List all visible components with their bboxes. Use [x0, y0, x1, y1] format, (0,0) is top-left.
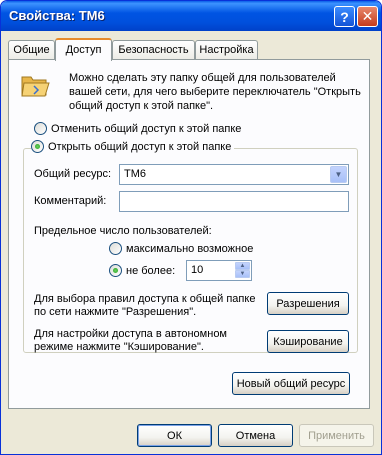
- comment-label: Комментарий:: [34, 195, 107, 207]
- sharing-info-text: Можно сделать эту папку общей для пользо…: [69, 72, 361, 112]
- close-button[interactable]: ✕: [357, 6, 378, 27]
- apply-button[interactable]: Применить: [299, 424, 374, 447]
- chevron-down-icon[interactable]: ▼: [330, 166, 347, 183]
- share-radio[interactable]: Открыть общий доступ к этой папке: [31, 140, 235, 153]
- user-limit-label: Предельное число пользователей:: [34, 225, 212, 237]
- ok-button[interactable]: ОК: [137, 424, 212, 447]
- user-count-value: 10: [191, 264, 204, 276]
- unshare-radio[interactable]: Отменить общий доступ к этой папке: [34, 122, 241, 135]
- radio-unchecked-icon[interactable]: [34, 122, 47, 135]
- share-name-label: Общий ресурс:: [34, 168, 112, 180]
- new-share-button[interactable]: Новый общий ресурс: [232, 372, 350, 395]
- cancel-button[interactable]: Отмена: [218, 424, 293, 447]
- help-icon: ?: [340, 8, 349, 25]
- tab-customize[interactable]: Настройка: [195, 40, 258, 60]
- tab-general[interactable]: Общие: [8, 40, 55, 60]
- user-count-spinner[interactable]: 10 ▲ ▼: [186, 260, 252, 281]
- max-allowed-radio[interactable]: максимально возможное: [109, 242, 253, 255]
- permissions-button[interactable]: Разрешения: [267, 292, 349, 315]
- radio-checked-icon[interactable]: [109, 264, 122, 277]
- tab-sharing[interactable]: Доступ: [55, 38, 112, 61]
- share-name-value: ТМ6: [124, 168, 146, 180]
- radio-checked-icon[interactable]: [31, 140, 44, 153]
- caching-button[interactable]: Кэширование: [267, 330, 349, 353]
- share-name-combobox[interactable]: ТМ6 ▼: [119, 164, 349, 185]
- properties-dialog: Свойства: ТМ6 ? ✕ Общие Доступ Безопасно…: [0, 0, 382, 455]
- tab-security[interactable]: Безопасность: [112, 40, 195, 60]
- close-icon: ✕: [361, 8, 374, 24]
- radio-unchecked-icon[interactable]: [109, 242, 122, 255]
- title-bar[interactable]: Свойства: ТМ6 ? ✕: [1, 1, 381, 31]
- allow-users-label: не более:: [126, 264, 176, 277]
- max-allowed-label: максимально возможное: [126, 242, 254, 255]
- window-title: Свойства: ТМ6: [9, 8, 105, 23]
- share-label: Открыть общий доступ к этой папке: [48, 140, 232, 153]
- unshare-label: Отменить общий доступ к этой папке: [51, 122, 242, 135]
- allow-users-radio[interactable]: не более:: [109, 264, 175, 277]
- shared-folder-icon: [21, 76, 50, 97]
- permissions-text: Для выбора правил доступа к общей папке …: [34, 293, 256, 318]
- spin-up-icon[interactable]: ▲: [235, 262, 250, 270]
- comment-input[interactable]: [119, 191, 349, 212]
- caching-text: Для настройки доступа в автономном режим…: [34, 328, 227, 353]
- help-button[interactable]: ?: [334, 6, 355, 27]
- sharing-panel: Можно сделать эту папку общей для пользо…: [8, 59, 370, 409]
- spin-down-icon[interactable]: ▼: [235, 270, 250, 278]
